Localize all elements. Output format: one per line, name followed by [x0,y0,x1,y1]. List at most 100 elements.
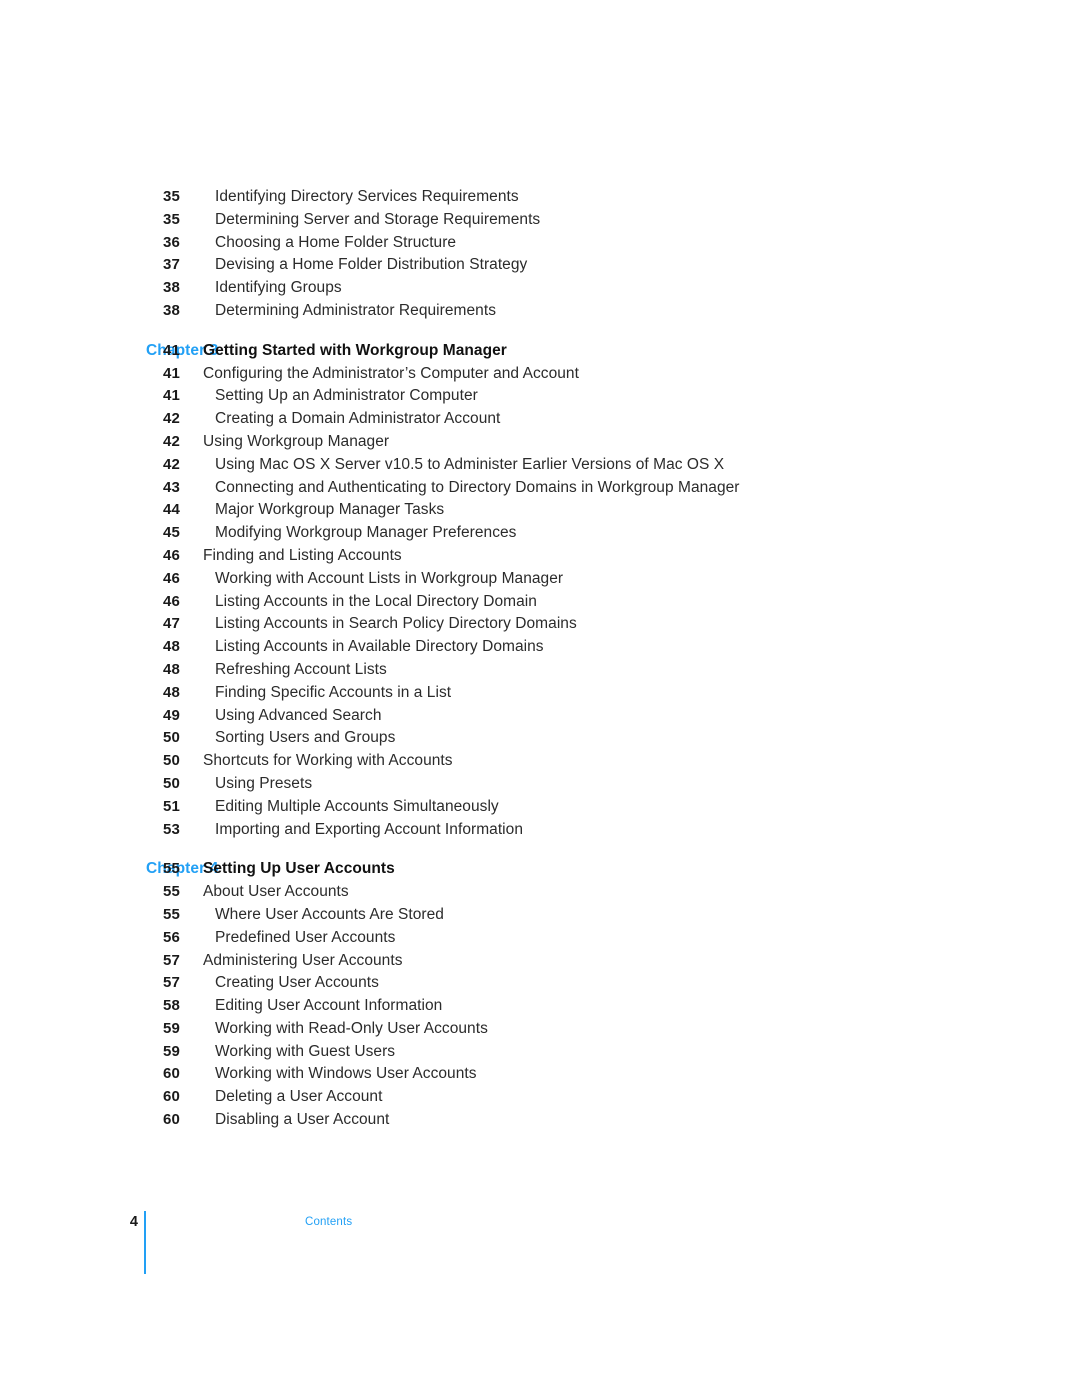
toc-entry-row[interactable]: 51 Editing Multiple Accounts Simultaneous… [0,796,1080,819]
toc-entry-row[interactable]: 43 Connecting and Authenticating to Direc… [0,477,1080,500]
toc-entry-row[interactable]: 53 Importing and Exporting Account Inform… [0,819,1080,842]
toc-entry-row[interactable]: 38 Determining Administrator Requirements [0,300,1080,323]
toc-entry-title: Configuring the Administrator’s Computer… [203,364,579,382]
toc-entry-row[interactable]: 58 Editing User Account Information [0,995,1080,1018]
toc-page-number: 36 [163,233,181,251]
toc-entry-title: Administering User Accounts [203,951,403,969]
toc-entry-title: Creating User Accounts [215,974,379,992]
toc-chapter-row[interactable]: Chapter 3 41 Getting Started with Workgrou… [0,340,1080,363]
toc-chapter-row[interactable]: Chapter 4 55 Setting Up User Accounts [0,858,1080,881]
toc-entry-row[interactable]: 42 Creating a Domain Administrator Accoun… [0,408,1080,431]
toc-page-number: 48 [163,660,181,678]
toc-entry-title: Listing Accounts in Search Policy Direct… [215,615,577,633]
toc-page-number: 38 [163,279,181,297]
toc-page-number: 35 [163,210,181,228]
toc-entry-row[interactable]: 60 Working with Windows User Accounts [0,1063,1080,1086]
toc-entry-title: Editing User Account Information [215,997,443,1015]
toc-entry-row[interactable]: 49 Using Advanced Search [0,705,1080,728]
toc-page-number: 41 [163,387,181,405]
toc-entry-row[interactable]: 55 About User Accounts [0,881,1080,904]
toc-entry-row[interactable]: 60 Deleting a User Account [0,1086,1080,1109]
toc-page-number: 35 [163,188,181,205]
table-of-contents: 35 Identifying Directory Services Require… [0,186,1080,1132]
toc-page: 35 Identifying Directory Services Require… [0,0,1080,1397]
toc-entry-title: Working with Account Lists in Workgroup … [215,569,564,587]
toc-page-number: 58 [163,997,181,1015]
toc-page-number: 51 [163,797,181,815]
toc-entry-title: About User Accounts [203,883,349,901]
toc-entry-title: Setting Up an Administrator Computer [215,387,478,405]
toc-page-number: 55 [163,860,181,878]
toc-entry-row[interactable]: 46 Working with Account Lists in Workgrou… [0,568,1080,591]
toc-entry-title: Using Mac OS X Server v10.5 to Administe… [215,455,725,473]
toc-entry-row[interactable]: 35 Identifying Directory Services Require… [0,186,1080,209]
footer-page-number: 4 [129,1214,138,1230]
toc-entry-title: Identifying Directory Services Requireme… [215,188,519,205]
toc-page-number: 49 [163,706,181,724]
chapter-label: Chapter 3 [146,341,219,359]
toc-entry-row[interactable]: 48 Finding Specific Accounts in a List [0,682,1080,705]
toc-page-number: 42 [163,455,181,473]
toc-page-number: 59 [163,1042,181,1060]
toc-entry-title: Disabling a User Account [215,1111,390,1129]
toc-entry-title: Using Advanced Search [215,706,382,724]
toc-entry-title: Using Workgroup Manager [203,432,390,450]
toc-entry-row[interactable]: 59 Working with Read-Only User Accounts [0,1018,1080,1041]
toc-page-number: 60 [163,1111,181,1129]
toc-entry-title: Importing and Exporting Account Informat… [215,820,524,838]
toc-entry-row[interactable]: 47 Listing Accounts in Search Policy Dire… [0,613,1080,636]
toc-entry-title: Finding Specific Accounts in a List [215,683,452,701]
toc-entry-title: Sorting Users and Groups [215,729,396,747]
toc-entry-title: Deleting a User Account [215,1088,383,1106]
toc-entry-row[interactable]: 42 Using Workgroup Manager [0,431,1080,454]
toc-entry-title: Getting Started with Workgroup Manager [203,341,507,359]
chapter-label: Chapter 4 [146,860,219,878]
toc-page-number: 41 [163,364,181,382]
toc-page-number: 60 [163,1065,181,1083]
toc-entry-row[interactable]: 44 Major Workgroup Manager Tasks [0,499,1080,522]
toc-entry-title: Listing Accounts in the Local Directory … [215,592,537,610]
toc-entry-title: Working with Guest Users [215,1042,396,1060]
toc-entry-title: Refreshing Account Lists [215,660,387,678]
toc-entry-title: Determining Administrator Requirements [215,301,497,319]
toc-page-number: 44 [163,501,181,519]
toc-page-number: 38 [163,301,181,319]
toc-entry-row[interactable]: 37 Devising a Home Folder Distribution St… [0,254,1080,277]
toc-entry-title: Identifying Groups [215,279,342,297]
toc-entry-row[interactable]: 56 Predefined User Accounts [0,927,1080,950]
toc-entry-row[interactable]: 55 Where User Accounts Are Stored [0,904,1080,927]
toc-page-number: 43 [163,478,181,496]
toc-entry-row[interactable]: 45 Modifying Workgroup Manager Preference… [0,522,1080,545]
toc-entry-title: Choosing a Home Folder Structure [215,233,457,251]
toc-entry-row[interactable]: 50 Sorting Users and Groups [0,727,1080,750]
toc-entry-row[interactable]: 41 Configuring the Administrator’s Comput… [0,363,1080,386]
toc-entry-row[interactable]: 46 Finding and Listing Accounts [0,545,1080,568]
toc-entry-title: Editing Multiple Accounts Simultaneously [215,797,499,815]
toc-entry-row[interactable]: 35 Determining Server and Storage Require… [0,209,1080,232]
toc-entry-title: Finding and Listing Accounts [203,546,402,564]
toc-entry-title: Predefined User Accounts [215,928,396,946]
toc-entry-row[interactable]: 42 Using Mac OS X Server v10.5 to Adminis… [0,454,1080,477]
toc-page-number: 42 [163,432,181,450]
toc-entry-row[interactable]: 50 Using Presets [0,773,1080,796]
toc-page-number: 57 [163,974,181,992]
toc-page-number: 47 [163,615,181,633]
toc-entry-row[interactable]: 48 Listing Accounts in Available Director… [0,636,1080,659]
toc-entry-row[interactable]: 57 Administering User Accounts [0,950,1080,973]
toc-page-number: 50 [163,729,181,747]
toc-entry-row[interactable]: 36 Choosing a Home Folder Structure [0,232,1080,255]
toc-entry-row[interactable]: 46 Listing Accounts in the Local Director… [0,591,1080,614]
toc-entry-row[interactable]: 60 Disabling a User Account [0,1109,1080,1132]
toc-entry-row[interactable]: 38 Identifying Groups [0,277,1080,300]
toc-entry-title: Setting Up User Accounts [203,860,395,878]
toc-page-number: 60 [163,1088,181,1106]
toc-page-number: 42 [163,410,181,428]
toc-entry-row[interactable]: 41 Setting Up an Administrator Computer [0,385,1080,408]
toc-entry-row[interactable]: 48 Refreshing Account Lists [0,659,1080,682]
toc-entry-row[interactable]: 59 Working with Guest Users [0,1041,1080,1064]
toc-entry-row[interactable]: 57 Creating User Accounts [0,972,1080,995]
toc-page-number: 59 [163,1019,181,1037]
toc-entry-title: Using Presets [215,774,313,792]
toc-entry-row[interactable]: 50 Shortcuts for Working with Accounts [0,750,1080,773]
toc-entry-title: Major Workgroup Manager Tasks [215,501,445,519]
